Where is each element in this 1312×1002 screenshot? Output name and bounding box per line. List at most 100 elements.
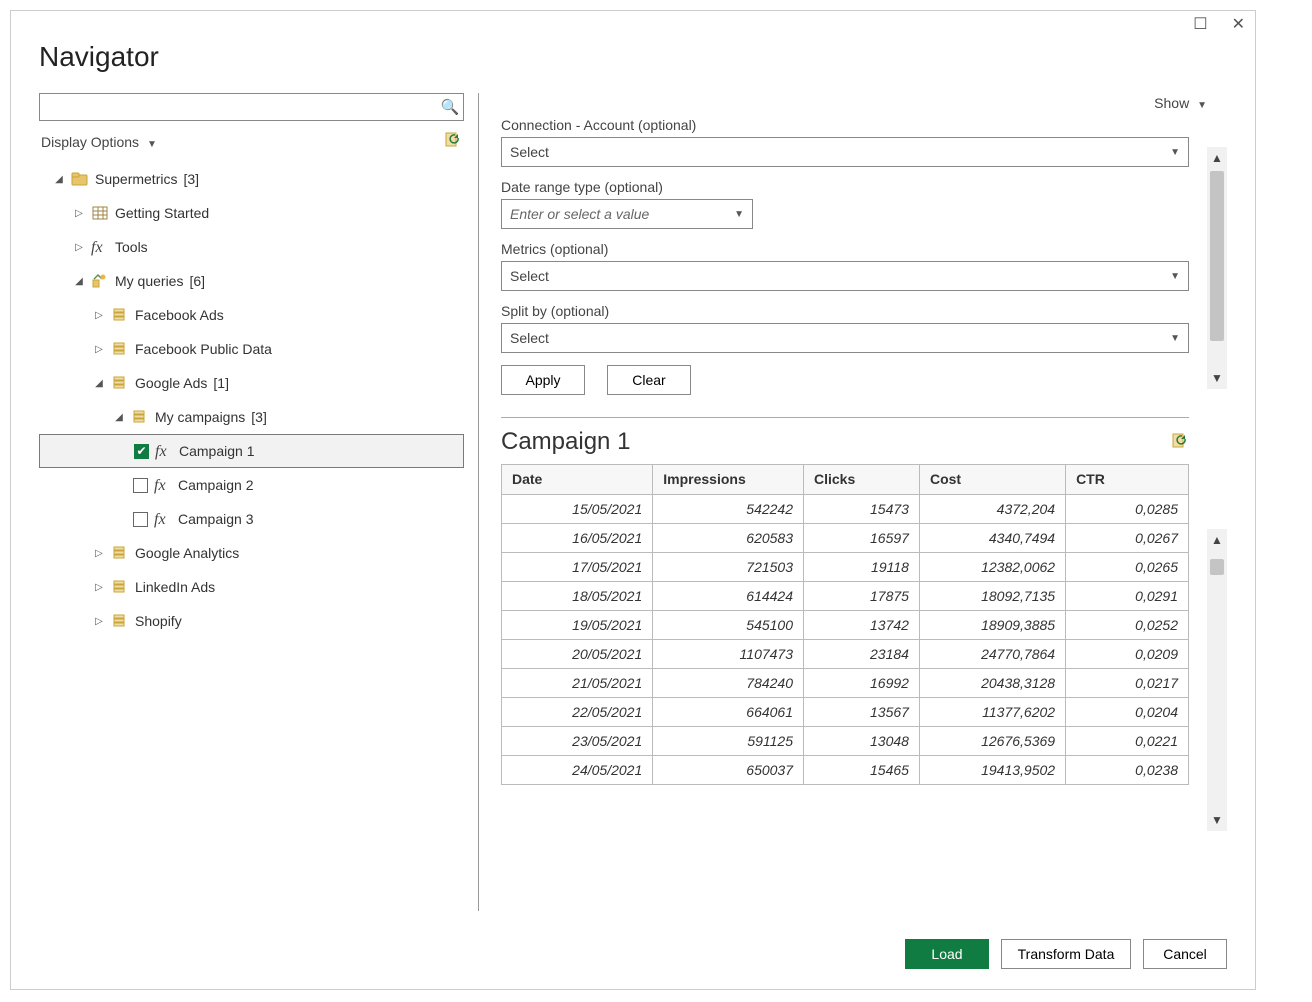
tree-item-my-campaigns[interactable]: ◢ My campaigns [3] <box>39 400 464 434</box>
checkbox-icon[interactable] <box>133 478 148 493</box>
load-button[interactable]: Load <box>905 939 989 969</box>
tree-label: Supermetrics <box>95 171 177 187</box>
table-cell: 18092,7135 <box>919 581 1065 610</box>
preview-title: Campaign 1 <box>501 428 630 456</box>
dropdown-value: Select <box>510 144 549 160</box>
fx-icon <box>154 510 172 528</box>
tree-item-google-ads[interactable]: ◢ Google Ads [1] <box>39 366 464 400</box>
collapse-icon[interactable]: ◢ <box>93 378 105 389</box>
refresh-preview-icon[interactable] <box>1171 432 1189 453</box>
dropdown-value: Select <box>510 330 549 346</box>
date-range-dropdown[interactable]: Enter or select a value ▼ <box>501 199 753 229</box>
tree-label: Facebook Ads <box>135 307 224 323</box>
fx-icon <box>91 238 109 256</box>
connection-dropdown[interactable]: Select ▼ <box>501 137 1189 167</box>
tree-label: Google Ads <box>135 375 207 391</box>
scroll-up-icon[interactable]: ▲ <box>1211 147 1223 169</box>
expand-icon[interactable]: ▷ <box>73 208 85 219</box>
scroll-thumb[interactable] <box>1210 171 1224 341</box>
expand-icon[interactable]: ▷ <box>93 310 105 321</box>
table-cell: 4340,7494 <box>919 523 1065 552</box>
divider <box>501 417 1189 418</box>
show-dropdown[interactable]: Show ▼ <box>1154 95 1207 111</box>
fx-icon <box>155 442 173 460</box>
table-cell: 13048 <box>804 726 920 755</box>
collapse-icon[interactable]: ◢ <box>113 412 125 423</box>
table-row[interactable]: 22/05/20216640611356711377,62020,0204 <box>502 697 1189 726</box>
transform-data-button[interactable]: Transform Data <box>1001 939 1131 969</box>
tree-item-tools[interactable]: ▷ Tools <box>39 230 464 264</box>
tree-item-campaign-2[interactable]: Campaign 2 <box>39 468 464 502</box>
table-cell: 0,0217 <box>1066 668 1189 697</box>
footer: Load Transform Data Cancel <box>11 923 1255 989</box>
right-pane: Show ▼ Connection - Account (optional) S… <box>479 93 1227 911</box>
refresh-icon[interactable] <box>444 131 462 152</box>
tree-item-google-analytics[interactable]: ▷ Google Analytics <box>39 536 464 570</box>
metrics-dropdown[interactable]: Select ▼ <box>501 261 1189 291</box>
table-header-row: Date Impressions Clicks Cost CTR <box>502 465 1189 494</box>
col-clicks[interactable]: Clicks <box>804 465 920 494</box>
maximize-icon[interactable]: ☐ <box>1193 17 1207 33</box>
preview-table: Date Impressions Clicks Cost CTR 15/05/2… <box>502 465 1189 785</box>
table-scrollbar[interactable]: ▲ ▼ <box>1207 529 1227 831</box>
tree-item-getting-started[interactable]: ▷ Getting Started <box>39 196 464 230</box>
table-cell: 591125 <box>653 726 804 755</box>
search-input[interactable] <box>40 94 437 120</box>
expand-icon[interactable]: ▷ <box>93 344 105 355</box>
splitby-dropdown[interactable]: Select ▼ <box>501 323 1189 353</box>
apply-button[interactable]: Apply <box>501 365 585 395</box>
table-row[interactable]: 24/05/20216500371546519413,95020,0238 <box>502 755 1189 784</box>
table-cell: 784240 <box>653 668 804 697</box>
tree-label: Campaign 1 <box>179 443 255 459</box>
expand-icon[interactable]: ▷ <box>93 616 105 627</box>
scroll-thumb[interactable] <box>1210 559 1224 575</box>
col-ctr[interactable]: CTR <box>1066 465 1189 494</box>
tree-item-campaign-3[interactable]: Campaign 3 <box>39 502 464 536</box>
tree-item-my-queries[interactable]: ◢ My queries [6] <box>39 264 464 298</box>
checkbox-icon[interactable] <box>133 512 148 527</box>
col-impressions[interactable]: Impressions <box>653 465 804 494</box>
col-date[interactable]: Date <box>502 465 653 494</box>
tree-item-facebook-ads[interactable]: ▷ Facebook Ads <box>39 298 464 332</box>
scroll-up-icon[interactable]: ▲ <box>1211 529 1223 551</box>
tree-item-campaign-1[interactable]: ✔ Campaign 1 <box>39 434 464 468</box>
display-options-dropdown[interactable]: Display Options ▼ <box>41 134 157 150</box>
search-icon[interactable]: 🔍 <box>437 98 463 116</box>
table-row[interactable]: 16/05/2021620583165974340,74940,0267 <box>502 523 1189 552</box>
tree-label: Tools <box>115 239 148 255</box>
table-cell: 18/05/2021 <box>502 581 653 610</box>
tree-label: Getting Started <box>115 205 209 221</box>
tree-item-shopify[interactable]: ▷ Shopify <box>39 604 464 638</box>
expand-icon[interactable]: ▷ <box>73 242 85 253</box>
expand-icon[interactable]: ▷ <box>93 582 105 593</box>
form-scrollbar[interactable]: ▲ ▼ <box>1207 147 1227 389</box>
table-row[interactable]: 20/05/202111074732318424770,78640,0209 <box>502 639 1189 668</box>
table-row[interactable]: 18/05/20216144241787518092,71350,0291 <box>502 581 1189 610</box>
tree-count: [3] <box>183 171 199 187</box>
table-row[interactable]: 17/05/20217215031911812382,00620,0265 <box>502 552 1189 581</box>
tree-item-facebook-public-data[interactable]: ▷ Facebook Public Data <box>39 332 464 366</box>
tree-item-linkedin-ads[interactable]: ▷ LinkedIn Ads <box>39 570 464 604</box>
cancel-button[interactable]: Cancel <box>1143 939 1227 969</box>
collapse-icon[interactable]: ◢ <box>53 174 65 185</box>
table-cell: 0,0209 <box>1066 639 1189 668</box>
tree-item-supermetrics[interactable]: ◢ Supermetrics [3] <box>39 162 464 196</box>
collapse-icon[interactable]: ◢ <box>73 276 85 287</box>
table-cell: 15473 <box>804 494 920 523</box>
table-cell: 12382,0062 <box>919 552 1065 581</box>
scroll-down-icon[interactable]: ▼ <box>1211 809 1223 831</box>
col-cost[interactable]: Cost <box>919 465 1065 494</box>
close-icon[interactable]: ✕ <box>1232 17 1245 33</box>
table-row[interactable]: 21/05/20217842401699220438,31280,0217 <box>502 668 1189 697</box>
table-row[interactable]: 23/05/20215911251304812676,53690,0221 <box>502 726 1189 755</box>
scroll-down-icon[interactable]: ▼ <box>1211 367 1223 389</box>
table-cell: 12676,5369 <box>919 726 1065 755</box>
table-row[interactable]: 15/05/2021542242154734372,2040,0285 <box>502 494 1189 523</box>
checkbox-icon[interactable]: ✔ <box>134 444 149 459</box>
preview-table-wrap: Date Impressions Clicks Cost CTR 15/05/2… <box>501 464 1189 785</box>
expand-icon[interactable]: ▷ <box>93 548 105 559</box>
clear-button[interactable]: Clear <box>607 365 691 395</box>
table-cell: 23184 <box>804 639 920 668</box>
table-row[interactable]: 19/05/20215451001374218909,38850,0252 <box>502 610 1189 639</box>
table-cell: 16/05/2021 <box>502 523 653 552</box>
